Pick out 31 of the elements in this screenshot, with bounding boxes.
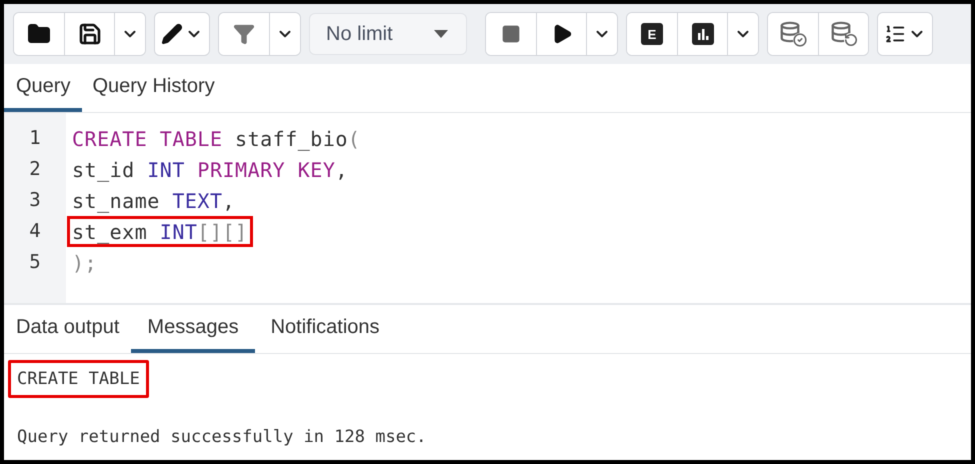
explain-label: E — [641, 23, 663, 45]
database-check-icon — [779, 21, 807, 47]
code-line: st_name TEXT, — [71, 188, 236, 215]
tab[interactable]: Notifications — [254, 305, 396, 353]
line-number: 4 — [28, 219, 42, 244]
tab[interactable]: Data output — [4, 305, 132, 353]
folder-icon — [27, 22, 51, 46]
save-icon — [78, 22, 102, 46]
database-undo-icon — [830, 21, 858, 47]
line-number: 3 — [28, 188, 42, 213]
pencil-icon — [161, 23, 183, 45]
bar-chart-icon — [692, 23, 714, 45]
line-number: 1 — [28, 126, 42, 151]
numbered-list-icon — [884, 23, 906, 45]
code-line: st_id INT PRIMARY KEY, — [71, 156, 349, 184]
line-number: 2 — [28, 157, 42, 182]
stop-icon — [501, 24, 521, 44]
message-text: CREATE TABLE — [8, 360, 149, 398]
limit-select[interactable]: No limit — [309, 13, 467, 55]
filter-icon — [233, 23, 255, 45]
tab[interactable]: Messages — [131, 305, 255, 353]
code-line: ); — [71, 250, 98, 276]
line-number: 5 — [28, 250, 42, 275]
dropdown-button[interactable] — [269, 13, 300, 55]
message-text: Query returned successfully in 128 msec. — [16, 426, 428, 449]
dropdown-button[interactable] — [114, 13, 145, 55]
tab[interactable]: Query History — [82, 64, 225, 112]
dropdown-button[interactable] — [727, 13, 758, 55]
code-line: CREATE TABLE staff_bio( — [71, 126, 362, 153]
dropdown-button[interactable] — [586, 13, 617, 55]
dropdown-arrow-icon — [434, 30, 448, 38]
